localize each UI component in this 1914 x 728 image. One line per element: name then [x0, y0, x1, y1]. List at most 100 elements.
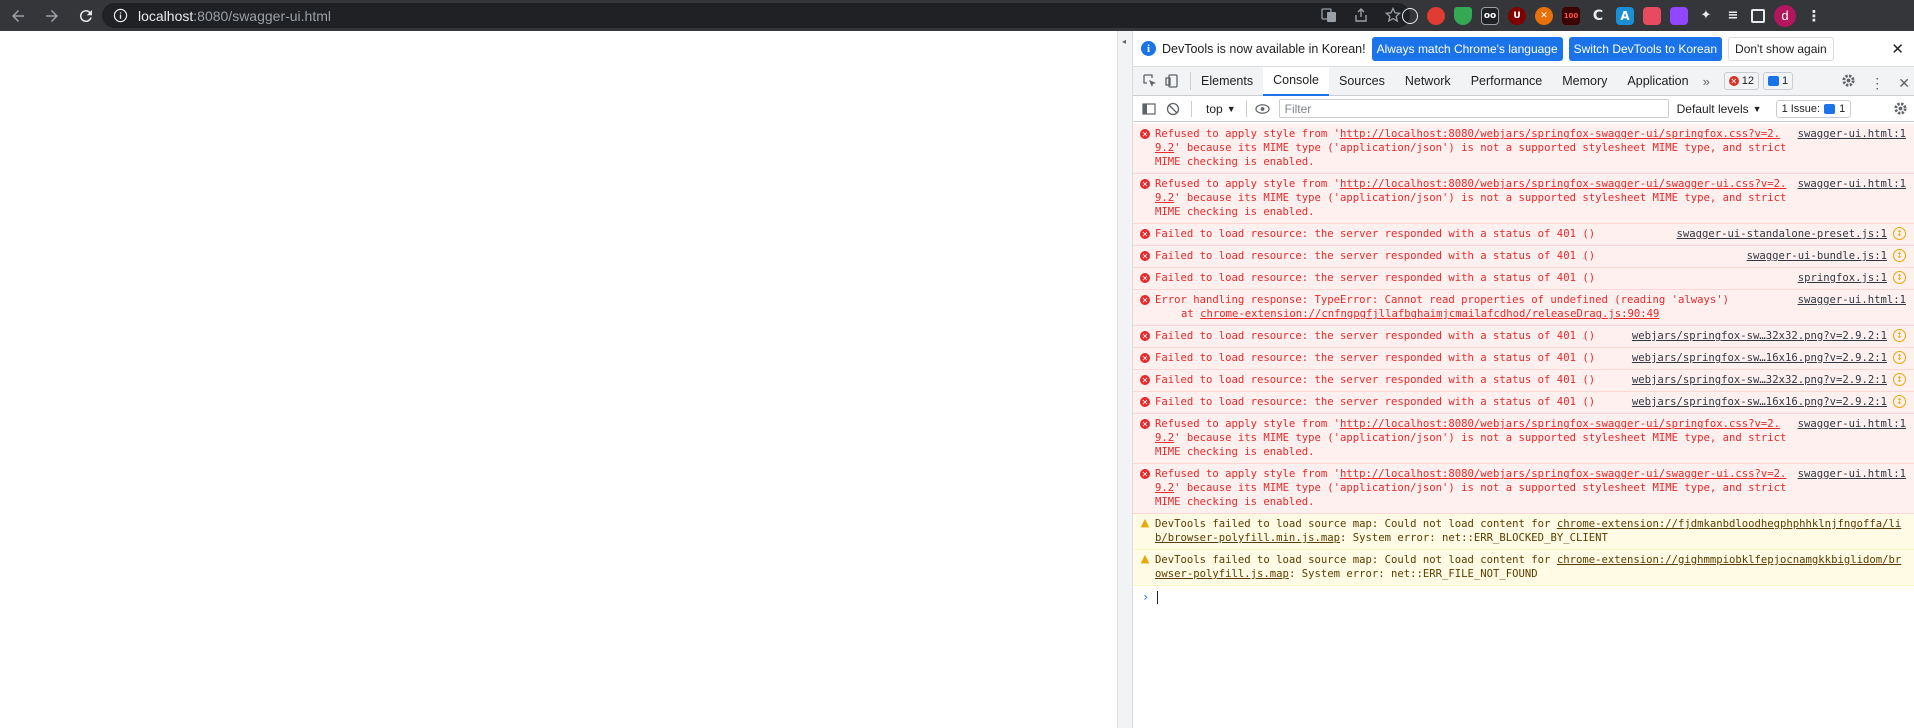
dont-show-again-button[interactable]: Don't show again [1728, 36, 1834, 61]
c-icon[interactable]: C [1589, 7, 1607, 25]
share-icon[interactable] [1352, 6, 1370, 24]
console-warning-row[interactable]: ▲ DevTools failed to load source map: Cou… [1133, 514, 1914, 550]
network-request-icon[interactable]: ↕ [1893, 351, 1906, 364]
console-error-row[interactable]: ✕ Refused to apply style from 'http://loc… [1133, 124, 1914, 174]
more-tabs-icon[interactable]: » [1703, 74, 1710, 89]
ext-icon[interactable] [1643, 6, 1661, 25]
tab-elements[interactable]: Elements [1191, 67, 1263, 95]
avatar[interactable]: d [1774, 4, 1796, 27]
forward-button[interactable] [38, 2, 66, 30]
tab-sources[interactable]: Sources [1329, 67, 1395, 95]
devtools-splitter[interactable]: ◂ [1117, 31, 1133, 728]
console-warning-row[interactable]: ▲ DevTools failed to load source map: Cou… [1133, 550, 1914, 586]
console-error-row[interactable]: ✕ Failed to load resource: the server res… [1133, 224, 1914, 246]
arrow-right-icon [46, 9, 58, 22]
switch-language-button[interactable]: Switch DevTools to Korean [1568, 36, 1723, 61]
error-icon: ✕ [1140, 295, 1150, 305]
media-icon[interactable]: ≡ [1724, 7, 1742, 25]
console-filter-input[interactable]: Filter [1278, 99, 1669, 118]
console-error-row[interactable]: ✕ Refused to apply style from 'http://loc… [1133, 174, 1914, 224]
network-request-icon[interactable]: ↕ [1893, 227, 1906, 240]
grip-icon: ◂ [1122, 37, 1127, 46]
console-error-row[interactable]: ✕ Failed to load resource: the server res… [1133, 268, 1914, 290]
console-error-row[interactable]: ✕ Failed to load resource: the server res… [1133, 326, 1914, 348]
message-text-part: Refused to apply style from ' [1155, 128, 1340, 140]
info-icon: i [1141, 41, 1156, 56]
eye-icon[interactable] [1255, 101, 1271, 117]
source-link[interactable]: springfox.js:1 [1798, 271, 1887, 285]
network-request-icon[interactable]: ↕ [1893, 329, 1906, 342]
tab-performance[interactable]: Performance [1461, 67, 1553, 95]
context-selector[interactable]: top ▼ [1206, 102, 1236, 116]
inspect-icon[interactable] [1142, 73, 1158, 89]
console-error-row[interactable]: ✕ Failed to load resource: the server res… [1133, 370, 1914, 392]
adblock-icon[interactable] [1427, 6, 1445, 25]
settings-gear-icon[interactable] [1841, 73, 1856, 93]
globe-icon[interactable] [1402, 7, 1418, 24]
message-text-part: Failed to load resource: the server resp… [1155, 374, 1596, 386]
source-link[interactable]: webjars/springfox-sw…32x32.png?v=2.9.2:1 [1632, 373, 1887, 387]
source-link[interactable]: swagger-ui.html:1 [1798, 467, 1906, 509]
error-icon: ✕ [1140, 331, 1150, 341]
network-request-icon[interactable]: ↕ [1893, 395, 1906, 408]
tab-memory[interactable]: Memory [1552, 67, 1617, 95]
source-link[interactable]: swagger-ui.html:1 [1798, 127, 1906, 169]
console-error-row[interactable]: ✕ Failed to load resource: the server res… [1133, 348, 1914, 370]
source-link[interactable]: webjars/springfox-sw…32x32.png?v=2.9.2:1 [1632, 329, 1887, 343]
console-error-row[interactable]: ✕ Error handling response: TypeError: Can… [1133, 290, 1914, 326]
console-error-row[interactable]: ✕ Failed to load resource: the server res… [1133, 392, 1914, 414]
source-link[interactable]: swagger-ui-bundle.js:1 [1747, 249, 1887, 263]
console-settings-icon[interactable] [1893, 101, 1908, 121]
sidepanel-icon[interactable] [1751, 8, 1765, 23]
ext-icon[interactable]: oo [1481, 6, 1499, 25]
browser-toolbar: localhost:8080/swagger-ui.html oo U ✕ 10… [0, 0, 1914, 31]
error-icon: ✕ [1140, 229, 1150, 239]
source-link[interactable]: webjars/springfox-sw…16x16.png?v=2.9.2:1 [1632, 395, 1887, 409]
kebab-menu-icon[interactable]: ⋮ [1805, 7, 1823, 25]
tab-network[interactable]: Network [1395, 67, 1461, 95]
source-link[interactable]: swagger-ui.html:1 [1798, 417, 1906, 459]
shield-icon[interactable] [1454, 6, 1472, 25]
ext-icon[interactable]: ✕ [1535, 6, 1553, 25]
url-host: localhost [138, 7, 194, 24]
url-text[interactable]: localhost:8080/swagger-ui.html [138, 8, 331, 24]
source-link[interactable]: webjars/springfox-sw…16x16.png?v=2.9.2:1 [1632, 351, 1887, 365]
message-count-badge[interactable]: 1 [1763, 72, 1794, 90]
source-link[interactable]: swagger-ui-standalone-preset.js:1 [1677, 227, 1887, 241]
error-count-badge[interactable]: ✕ 12 [1723, 72, 1760, 90]
console-error-row[interactable]: ✕ Refused to apply style from 'http://loc… [1133, 414, 1914, 464]
stack-link[interactable]: chrome-extension://cnfngpgfjllafbghaimjc… [1200, 308, 1659, 320]
match-language-button[interactable]: Always match Chrome's language [1371, 36, 1563, 61]
extensions-row: oo U ✕ 100 C A ✦ ≡ d ⋮ [1402, 4, 1823, 27]
close-icon[interactable]: ✕ [1891, 40, 1904, 58]
close-devtools-icon[interactable]: ✕ [1898, 75, 1910, 92]
back-button[interactable] [4, 2, 32, 30]
address-bar[interactable]: localhost:8080/swagger-ui.html [102, 3, 1410, 28]
source-link[interactable]: swagger-ui.html:1 [1798, 293, 1906, 321]
device-toolbar-icon[interactable] [1164, 73, 1180, 89]
log-levels-dropdown[interactable]: Default levels ▼ [1677, 102, 1762, 116]
tab-console[interactable]: Console [1263, 66, 1329, 96]
network-request-icon[interactable]: ↕ [1893, 373, 1906, 386]
devtools-tabbar: Elements Console Sources Network Perform… [1133, 66, 1914, 96]
console-error-row[interactable]: ✕ Refused to apply style from 'http://loc… [1133, 464, 1914, 514]
twitch-icon[interactable] [1670, 6, 1688, 25]
ublock-icon[interactable]: U [1508, 6, 1526, 25]
source-link[interactable]: swagger-ui.html:1 [1798, 177, 1906, 219]
issues-button[interactable]: 1 Issue: 1 [1775, 99, 1852, 118]
console-prompt[interactable]: › [1133, 586, 1914, 608]
pdf-icon[interactable]: 100 [1562, 6, 1580, 25]
kebab-menu-icon[interactable]: ⋮ [1870, 75, 1884, 92]
site-info-icon[interactable] [113, 8, 128, 23]
network-request-icon[interactable]: ↕ [1893, 271, 1906, 284]
bookmark-star-icon[interactable] [1384, 6, 1402, 24]
a-icon[interactable]: A [1616, 6, 1634, 25]
clear-console-icon[interactable] [1165, 101, 1181, 117]
reload-button[interactable] [72, 2, 100, 30]
network-request-icon[interactable]: ↕ [1893, 249, 1906, 262]
console-error-row[interactable]: ✕ Failed to load resource: the server res… [1133, 246, 1914, 268]
tab-application[interactable]: Application [1617, 67, 1698, 95]
translate-icon[interactable] [1320, 6, 1338, 24]
sidebar-toggle-icon[interactable] [1141, 101, 1157, 117]
puzzle-icon[interactable]: ✦ [1697, 7, 1715, 25]
